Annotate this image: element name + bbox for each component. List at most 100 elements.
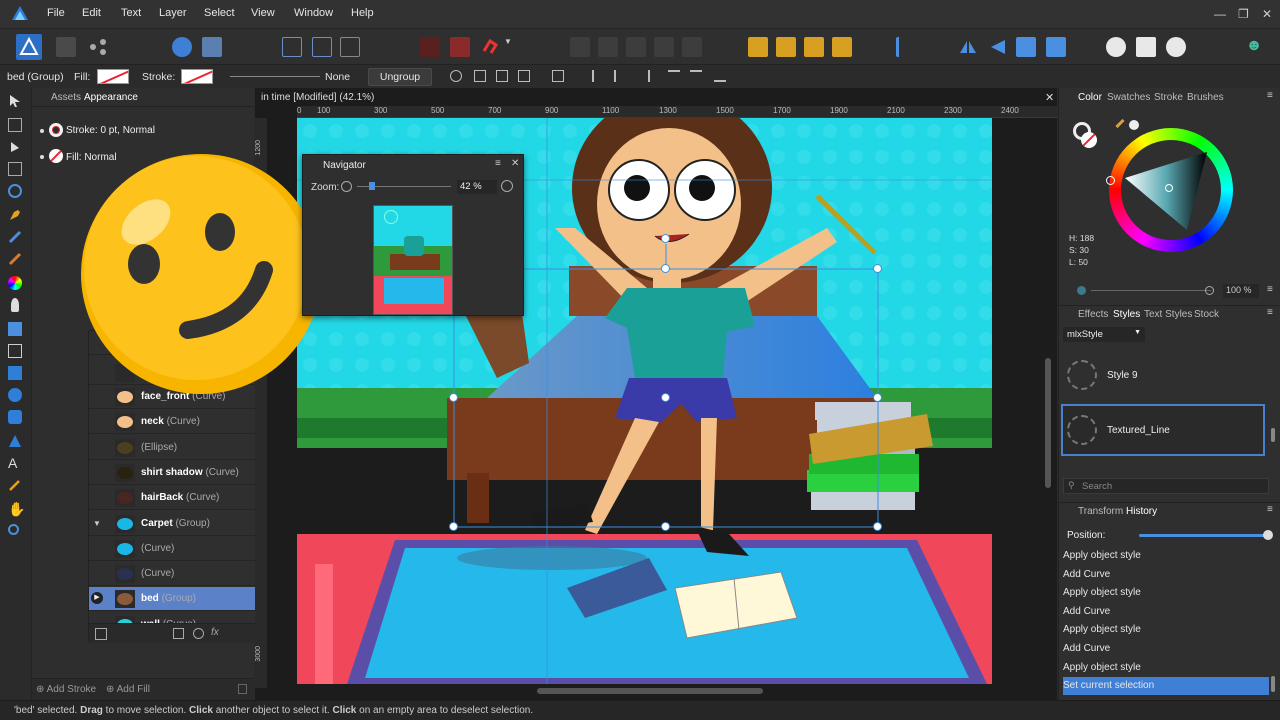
history-item[interactable]: Add Curve	[1063, 603, 1269, 621]
tab-transform[interactable]: Transform	[1078, 506, 1123, 517]
color-picker-tool-icon[interactable]	[8, 478, 22, 492]
tab-stock[interactable]: Stock	[1194, 309, 1219, 320]
fx-icon[interactable]: fx	[211, 627, 219, 638]
tab-appearance[interactable]: Appearance	[84, 92, 138, 103]
designer-persona-icon[interactable]	[16, 34, 42, 60]
align-bottom-icon[interactable]	[714, 70, 726, 82]
opacity-value[interactable]: 100 %	[1223, 284, 1259, 298]
rectangle-tool-icon[interactable]	[8, 366, 22, 380]
tab-styles[interactable]: Styles	[1113, 309, 1140, 320]
close-document-icon[interactable]: ✕	[1045, 91, 1054, 104]
rounded-rectangle-tool-icon[interactable]	[8, 410, 22, 424]
menu-select[interactable]: Select	[204, 7, 235, 19]
fill-swatch[interactable]	[97, 69, 129, 84]
panel-menu-icon[interactable]: ≡	[1267, 504, 1273, 515]
minimize-icon[interactable]: —	[1214, 7, 1226, 21]
align-right-icon[interactable]	[638, 70, 650, 82]
boolean-add-icon[interactable]	[570, 37, 590, 57]
selection-handle[interactable]	[661, 234, 670, 243]
artboard-tool-icon[interactable]	[8, 118, 22, 132]
menu-layer[interactable]: Layer	[159, 7, 187, 19]
style-item[interactable]: Style 9	[1061, 350, 1267, 402]
panel-menu-icon[interactable]: ≡	[1267, 90, 1273, 101]
share-icon[interactable]	[172, 37, 192, 57]
arrange-backward-icon[interactable]	[776, 37, 796, 57]
zoom-tool-icon[interactable]	[8, 524, 19, 535]
expand-chevron-icon[interactable]: ▼	[93, 519, 101, 528]
transform-icon[interactable]	[496, 70, 508, 82]
panel-menu-icon[interactable]: ≡	[495, 158, 501, 169]
opacity-slider-thumb[interactable]	[1205, 286, 1214, 295]
align-center-icon[interactable]	[614, 70, 626, 82]
history-item[interactable]: Apply object style	[1063, 547, 1269, 565]
rotation-handle[interactable]	[661, 264, 670, 273]
tab-history[interactable]: History	[1126, 506, 1157, 517]
rotate-left-icon[interactable]	[1016, 37, 1036, 57]
add-stroke-button[interactable]: ⊕ Add Stroke	[36, 684, 96, 695]
place-image-tool-icon[interactable]	[8, 322, 22, 336]
ungroup-button[interactable]: Ungroup	[368, 68, 432, 86]
style-item-selected[interactable]: Textured_Line	[1061, 404, 1265, 456]
horizontal-scrollbar[interactable]	[537, 688, 763, 694]
layers-stack-icon[interactable]	[95, 628, 107, 640]
zoom-value[interactable]: 42 %	[457, 180, 497, 194]
mask-icon[interactable]	[173, 628, 184, 639]
history-item-selected[interactable]: Set current selection	[1063, 677, 1269, 696]
export-persona-icon[interactable]	[88, 37, 108, 57]
pixel-view-icon[interactable]	[450, 37, 470, 57]
zoom-slider-thumb[interactable]	[369, 182, 375, 190]
fill-color-icon[interactable]	[1081, 132, 1097, 148]
selection-handle[interactable]	[873, 393, 882, 402]
boolean-divide-icon[interactable]	[682, 37, 702, 57]
add-fill-button[interactable]: ⊕ Add Fill	[106, 684, 150, 695]
user-account-icon[interactable]: ☻	[1244, 37, 1264, 57]
menu-view[interactable]: View	[251, 7, 275, 19]
selection-handle[interactable]	[449, 522, 458, 531]
stroke-swatch[interactable]	[181, 69, 213, 84]
arrange-front-icon[interactable]	[832, 37, 852, 57]
tab-stroke[interactable]: Stroke	[1154, 92, 1183, 103]
assistant-icon[interactable]	[202, 37, 222, 57]
hand-tool-icon[interactable]: ✋	[8, 502, 25, 516]
flip-vertical-icon[interactable]	[988, 37, 1008, 57]
arrange-back-icon[interactable]	[748, 37, 768, 57]
boolean-xor-icon[interactable]	[654, 37, 674, 57]
insert-inside-icon[interactable]	[1106, 37, 1126, 57]
delete-icon[interactable]	[238, 684, 247, 694]
rotate-right-icon[interactable]	[1046, 37, 1066, 57]
align-icon[interactable]	[896, 37, 916, 57]
adjustment-icon[interactable]	[193, 628, 204, 639]
navigator-thumbnail[interactable]	[373, 205, 453, 315]
triangle-tool-icon[interactable]	[8, 434, 22, 448]
history-scrollbar[interactable]	[1271, 676, 1275, 692]
history-item[interactable]: Add Curve	[1063, 640, 1269, 658]
styles-scrollbar[interactable]	[1271, 428, 1275, 442]
stroke-entry[interactable]: Stroke: 0 pt, Normal	[66, 125, 155, 136]
fill-tool-icon[interactable]	[8, 276, 22, 290]
snap-icon[interactable]	[312, 37, 332, 57]
pen-tool-icon[interactable]	[8, 208, 22, 222]
vertical-scrollbar[interactable]	[1045, 358, 1051, 488]
menu-file[interactable]: File	[47, 7, 65, 19]
selection-handle[interactable]	[873, 522, 882, 531]
boolean-intersect-icon[interactable]	[626, 37, 646, 57]
snap-grid-icon[interactable]	[340, 37, 360, 57]
node-tool-icon[interactable]	[8, 140, 22, 154]
stroke-swatch-icon[interactable]	[49, 123, 63, 137]
stroke-style-line[interactable]	[230, 76, 320, 77]
pixel-persona-icon[interactable]	[56, 37, 76, 57]
fill-swatch-icon[interactable]	[49, 149, 63, 163]
style-category-select[interactable]: mlxStyle ▼	[1063, 327, 1145, 342]
selection-handle[interactable]	[661, 522, 670, 531]
tab-brushes[interactable]: Brushes	[1187, 92, 1224, 103]
expand-chevron-icon[interactable]: ▶	[91, 592, 103, 605]
pencil-tool-icon[interactable]	[8, 230, 22, 244]
align-left-icon[interactable]	[592, 70, 604, 82]
eyedropper-icon[interactable]	[1115, 118, 1125, 129]
tab-effects[interactable]: Effects	[1078, 309, 1108, 320]
selection-handle[interactable]	[661, 393, 670, 402]
snap-bounds-icon[interactable]	[282, 37, 302, 57]
arrange-forward-icon[interactable]	[804, 37, 824, 57]
stroke-style-value[interactable]: None	[325, 71, 350, 83]
transform-origin-icon[interactable]	[552, 70, 564, 82]
